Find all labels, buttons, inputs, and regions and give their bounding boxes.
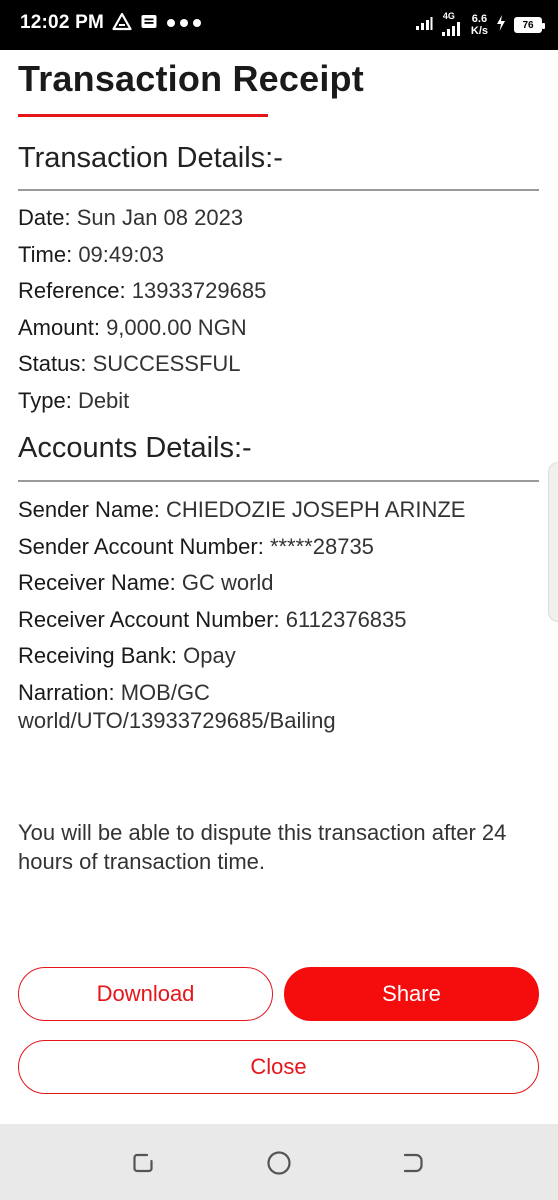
detail-value: Opay xyxy=(183,643,236,668)
status-right-icons: 4G 6.6 K/s 76 xyxy=(415,10,545,40)
cell-signal-icon: 4G xyxy=(441,11,463,37)
account-row-sender-account: Sender Account Number: *****28735 xyxy=(18,529,543,566)
charging-bolt-icon xyxy=(496,14,506,36)
detail-value: 09:49:03 xyxy=(78,241,164,267)
message-icon xyxy=(140,13,158,36)
status-bar: 12:02 PM 4G 6.6 K/s 76 xyxy=(0,0,558,50)
battery-icon: 76 xyxy=(514,17,545,33)
detail-label: Receiver Account Number: xyxy=(18,606,280,632)
detail-label: Type: xyxy=(18,387,72,413)
detail-label: Sender Account Number: xyxy=(18,533,264,559)
status-left-icons xyxy=(112,12,202,36)
account-row-narration: Narration: MOB/GC world/UTO/13933729685/… xyxy=(18,675,448,735)
detail-value: Sun Jan 08 2023 xyxy=(76,205,244,230)
wifi-signal-icon xyxy=(415,15,433,36)
detail-value: 9,000.00 NGN xyxy=(106,314,247,340)
close-button[interactable]: Close xyxy=(18,1040,539,1094)
network-type: 4G xyxy=(442,11,455,21)
accounts-details-divider xyxy=(18,480,539,482)
system-nav-bar xyxy=(0,1124,558,1200)
detail-row-status: Status: SUCCESSFUL xyxy=(18,346,543,383)
home-icon[interactable] xyxy=(266,1150,292,1176)
transaction-details-divider xyxy=(18,189,539,191)
alert-triangle-icon xyxy=(112,12,132,37)
back-icon[interactable] xyxy=(400,1150,426,1176)
transaction-details-list: Date: Sun Jan 08 2023 Time: 09:49:03 Ref… xyxy=(18,200,543,419)
page-title: Transaction Receipt xyxy=(18,58,364,99)
speed-unit: K/s xyxy=(470,25,488,37)
detail-row-reference: Reference: 13933729685 xyxy=(18,273,543,310)
edge-panel-handle[interactable] xyxy=(548,462,558,622)
detail-label: Narration: xyxy=(18,679,115,705)
detail-label: Reference: xyxy=(18,278,126,303)
detail-label: Date: xyxy=(18,205,71,230)
accounts-details-list: Sender Name: CHIEDOZIE JOSEPH ARINZE Sen… xyxy=(18,492,543,735)
detail-value: *****28735 xyxy=(269,533,374,559)
transaction-details-heading: Transaction Details:- xyxy=(18,142,283,174)
detail-row-type: Type: Debit xyxy=(18,383,543,420)
detail-value: 13933729685 xyxy=(131,278,267,303)
detail-label: Amount: xyxy=(18,314,100,340)
detail-value: CHIEDOZIE JOSEPH ARINZE xyxy=(165,497,466,522)
account-row-receiver-name: Receiver Name: GC world xyxy=(18,565,543,602)
detail-value: GC world xyxy=(181,570,274,595)
detail-label: Time: xyxy=(18,241,73,267)
detail-value: SUCCESSFUL xyxy=(92,351,241,376)
dispute-note: You will be able to dispute this transac… xyxy=(18,820,507,874)
download-button[interactable]: Download xyxy=(18,967,273,1021)
account-row-receiving-bank: Receiving Bank: Opay xyxy=(18,638,543,675)
detail-row-time: Time: 09:49:03 xyxy=(18,237,543,274)
account-row-sender-name: Sender Name: CHIEDOZIE JOSEPH ARINZE xyxy=(18,492,543,529)
battery-level: 76 xyxy=(522,19,534,31)
status-time: 12:02 PM xyxy=(20,12,104,33)
detail-value: 6112376835 xyxy=(285,606,407,632)
network-speed: 6.6 K/s xyxy=(471,13,488,37)
more-dots-icon xyxy=(166,15,202,33)
detail-label: Receiving Bank: xyxy=(18,643,177,668)
detail-row-date: Date: Sun Jan 08 2023 xyxy=(18,200,543,237)
detail-label: Receiver Name: xyxy=(18,570,176,595)
share-button[interactable]: Share xyxy=(284,967,539,1021)
recents-icon[interactable] xyxy=(130,1150,156,1176)
accounts-details-heading: Accounts Details:- xyxy=(18,432,252,464)
detail-value: Debit xyxy=(77,387,130,413)
detail-label: Sender Name: xyxy=(18,497,160,522)
account-row-receiver-account: Receiver Account Number: 6112376835 xyxy=(18,602,543,639)
speed-value: 6.6 xyxy=(471,13,488,25)
title-underline xyxy=(18,114,268,117)
detail-label: Status: xyxy=(18,351,87,376)
detail-row-amount: Amount: 9,000.00 NGN xyxy=(18,310,543,347)
